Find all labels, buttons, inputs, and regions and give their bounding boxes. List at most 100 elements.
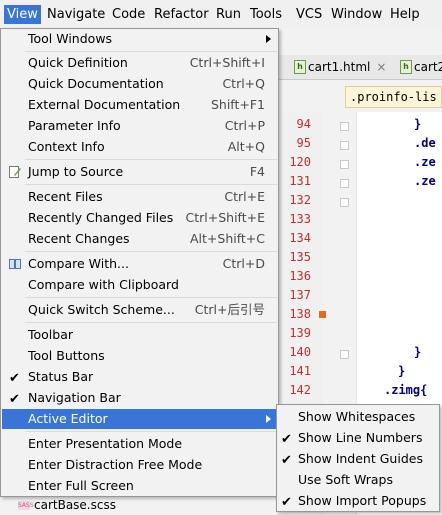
checkmark-icon: ✔ <box>281 495 292 510</box>
submenu-item-show-line-numbers[interactable]: ✔ Show Line Numbers <box>278 427 438 448</box>
menu-item-label: Recent Files <box>28 189 103 204</box>
menu-item-label: Enter Presentation Mode <box>28 436 183 451</box>
menu-item-label: Toolbar <box>28 327 74 342</box>
line-number: 135 <box>289 250 311 264</box>
menu-item-presentation-mode[interactable]: Enter Presentation Mode <box>2 434 277 454</box>
menu-item-tool-buttons[interactable]: Tool Buttons <box>2 346 277 366</box>
line-number: 139 <box>289 326 311 340</box>
line-number: 132 <box>289 193 311 207</box>
line-number: 95 <box>296 136 311 150</box>
menu-item-full-screen[interactable]: Enter Full Screen <box>2 476 277 496</box>
fold-expand-icon[interactable] <box>340 141 349 150</box>
menu-item-label: Quick Switch Scheme... <box>28 302 175 317</box>
sass-file-icon: SASS <box>18 501 34 510</box>
menu-run[interactable]: Run <box>213 5 244 24</box>
menu-item-label: Show Indent Guides <box>298 451 423 466</box>
line-number: 131 <box>289 174 311 188</box>
menu-item-active-editor[interactable]: Active Editor <box>2 409 277 429</box>
menu-item-label: Quick Definition <box>28 55 128 70</box>
line-number: 142 <box>289 383 311 397</box>
menu-item-external-documentation[interactable]: External Documentation Shift+F1 <box>2 95 277 115</box>
submenu-arrow-icon <box>266 415 271 423</box>
project-file-item[interactable]: SASScartBase.scss <box>18 498 116 512</box>
tab-cart1[interactable]: h cart1.html × <box>292 57 386 77</box>
menu-item-compare-clipboard[interactable]: Compare with Clipboard <box>2 275 277 295</box>
menu-item-label: Show Whitespaces <box>298 409 416 424</box>
menu-item-shortcut: Ctrl+Shift+E <box>185 210 266 225</box>
menu-item-tool-windows[interactable]: Tool Windows <box>2 29 277 49</box>
menu-item-recent-files[interactable]: Recent Files Ctrl+E <box>2 187 277 207</box>
editor-breadcrumb[interactable]: .proinfo-lis <box>345 86 442 108</box>
line-number: 120 <box>289 155 311 169</box>
menu-item-label: Active Editor <box>28 411 108 426</box>
submenu-item-show-import-popups[interactable]: ✔ Show Import Popups <box>278 490 438 511</box>
menu-item-shortcut: F4 <box>249 164 265 179</box>
menu-tools[interactable]: Tools <box>247 5 285 24</box>
menu-item-quick-documentation[interactable]: Quick Documentation Ctrl+Q <box>2 74 277 94</box>
menu-item-recently-changed-files[interactable]: Recently Changed Files Ctrl+Shift+E <box>2 208 277 228</box>
menu-item-compare-with[interactable]: Compare With... Ctrl+D <box>2 254 277 274</box>
checkmark-icon: ✔ <box>281 453 292 468</box>
menu-item-label: Show Import Popups <box>298 493 427 508</box>
menu-item-navigation-bar[interactable]: ✔ Navigation Bar <box>2 388 277 408</box>
menu-item-quick-definition[interactable]: Quick Definition Ctrl+Shift+I <box>2 53 277 73</box>
fold-expand-icon[interactable] <box>340 179 349 188</box>
menu-item-parameter-info[interactable]: Parameter Info Ctrl+P <box>2 116 277 136</box>
menu-item-label: Status Bar <box>28 369 94 384</box>
menu-item-distraction-free-mode[interactable]: Enter Distraction Free Mode <box>2 455 277 475</box>
checkmark-icon: ✔ <box>281 432 292 447</box>
menu-item-label: Tool Windows <box>28 31 113 46</box>
menu-separator <box>25 322 277 323</box>
view-menu-dropdown: Tool Windows Quick Definition Ctrl+Shift… <box>0 28 279 497</box>
menu-item-label: Show Line Numbers <box>298 430 423 445</box>
menu-code[interactable]: Code <box>109 5 148 24</box>
code-line: } <box>398 364 406 378</box>
fold-marker-icon[interactable] <box>340 122 349 131</box>
menu-navigate[interactable]: Navigate <box>44 5 108 24</box>
menu-item-jump-to-source[interactable]: Jump to Source F4 <box>2 162 277 182</box>
menu-item-quick-switch-scheme[interactable]: Quick Switch Scheme... Ctrl+后引号 <box>2 300 277 320</box>
menu-item-label: Recently Changed Files <box>28 210 174 225</box>
tab-close-icon[interactable]: × <box>376 60 386 74</box>
checkmark-icon: ✔ <box>9 371 20 386</box>
menu-item-shortcut: Ctrl+Shift+I <box>189 55 265 70</box>
submenu-item-show-whitespaces[interactable]: Show Whitespaces <box>278 406 438 427</box>
menu-item-recent-changes[interactable]: Recent Changes Alt+Shift+C <box>2 229 277 249</box>
fold-expand-icon[interactable] <box>340 160 349 169</box>
line-number: 134 <box>289 231 311 245</box>
menu-item-label: Enter Distraction Free Mode <box>28 457 203 472</box>
submenu-item-show-indent-guides[interactable]: ✔ Show Indent Guides <box>278 448 438 469</box>
menu-item-label: External Documentation <box>28 97 181 112</box>
tab-label: cart1.html <box>308 60 371 74</box>
menu-refactor[interactable]: Refactor <box>151 5 212 24</box>
menu-item-label: Enter Full Screen <box>28 478 134 493</box>
fold-marker-icon[interactable] <box>340 350 349 359</box>
menu-item-status-bar[interactable]: ✔ Status Bar <box>2 367 277 387</box>
menu-item-context-info[interactable]: Context Info Alt+Q <box>2 137 277 157</box>
submenu-arrow-icon <box>266 35 271 43</box>
menu-view[interactable]: View <box>4 5 41 24</box>
code-line: .zimg{ <box>384 383 428 397</box>
code-line: } <box>414 345 422 359</box>
edit-source-icon <box>9 166 21 178</box>
menu-help[interactable]: Help <box>387 5 423 24</box>
menu-item-shortcut: Ctrl+Q <box>222 76 265 91</box>
menu-separator <box>25 159 277 160</box>
menu-separator <box>25 431 277 432</box>
breakpoint-icon[interactable] <box>319 311 326 318</box>
menu-separator <box>25 184 277 185</box>
code-line: .ze <box>414 155 436 169</box>
menu-item-toolbar[interactable]: Toolbar <box>2 325 277 345</box>
menu-vcs[interactable]: VCS <box>293 5 325 24</box>
checkmark-icon: ✔ <box>9 392 20 407</box>
line-number: 94 <box>296 117 311 131</box>
line-number: 140 <box>289 345 311 359</box>
menu-item-shortcut: Shift+F1 <box>210 97 265 112</box>
menu-bar: View Navigate Code Refactor Run Tools VC… <box>0 0 442 29</box>
menu-separator <box>25 297 277 298</box>
code-line: .ze <box>414 174 436 188</box>
menu-window[interactable]: Window <box>328 5 385 24</box>
submenu-item-use-soft-wraps[interactable]: Use Soft Wraps <box>278 469 438 490</box>
tab-cart2[interactable]: h cart2 <box>398 57 442 77</box>
fold-collapse-icon[interactable] <box>340 198 349 207</box>
